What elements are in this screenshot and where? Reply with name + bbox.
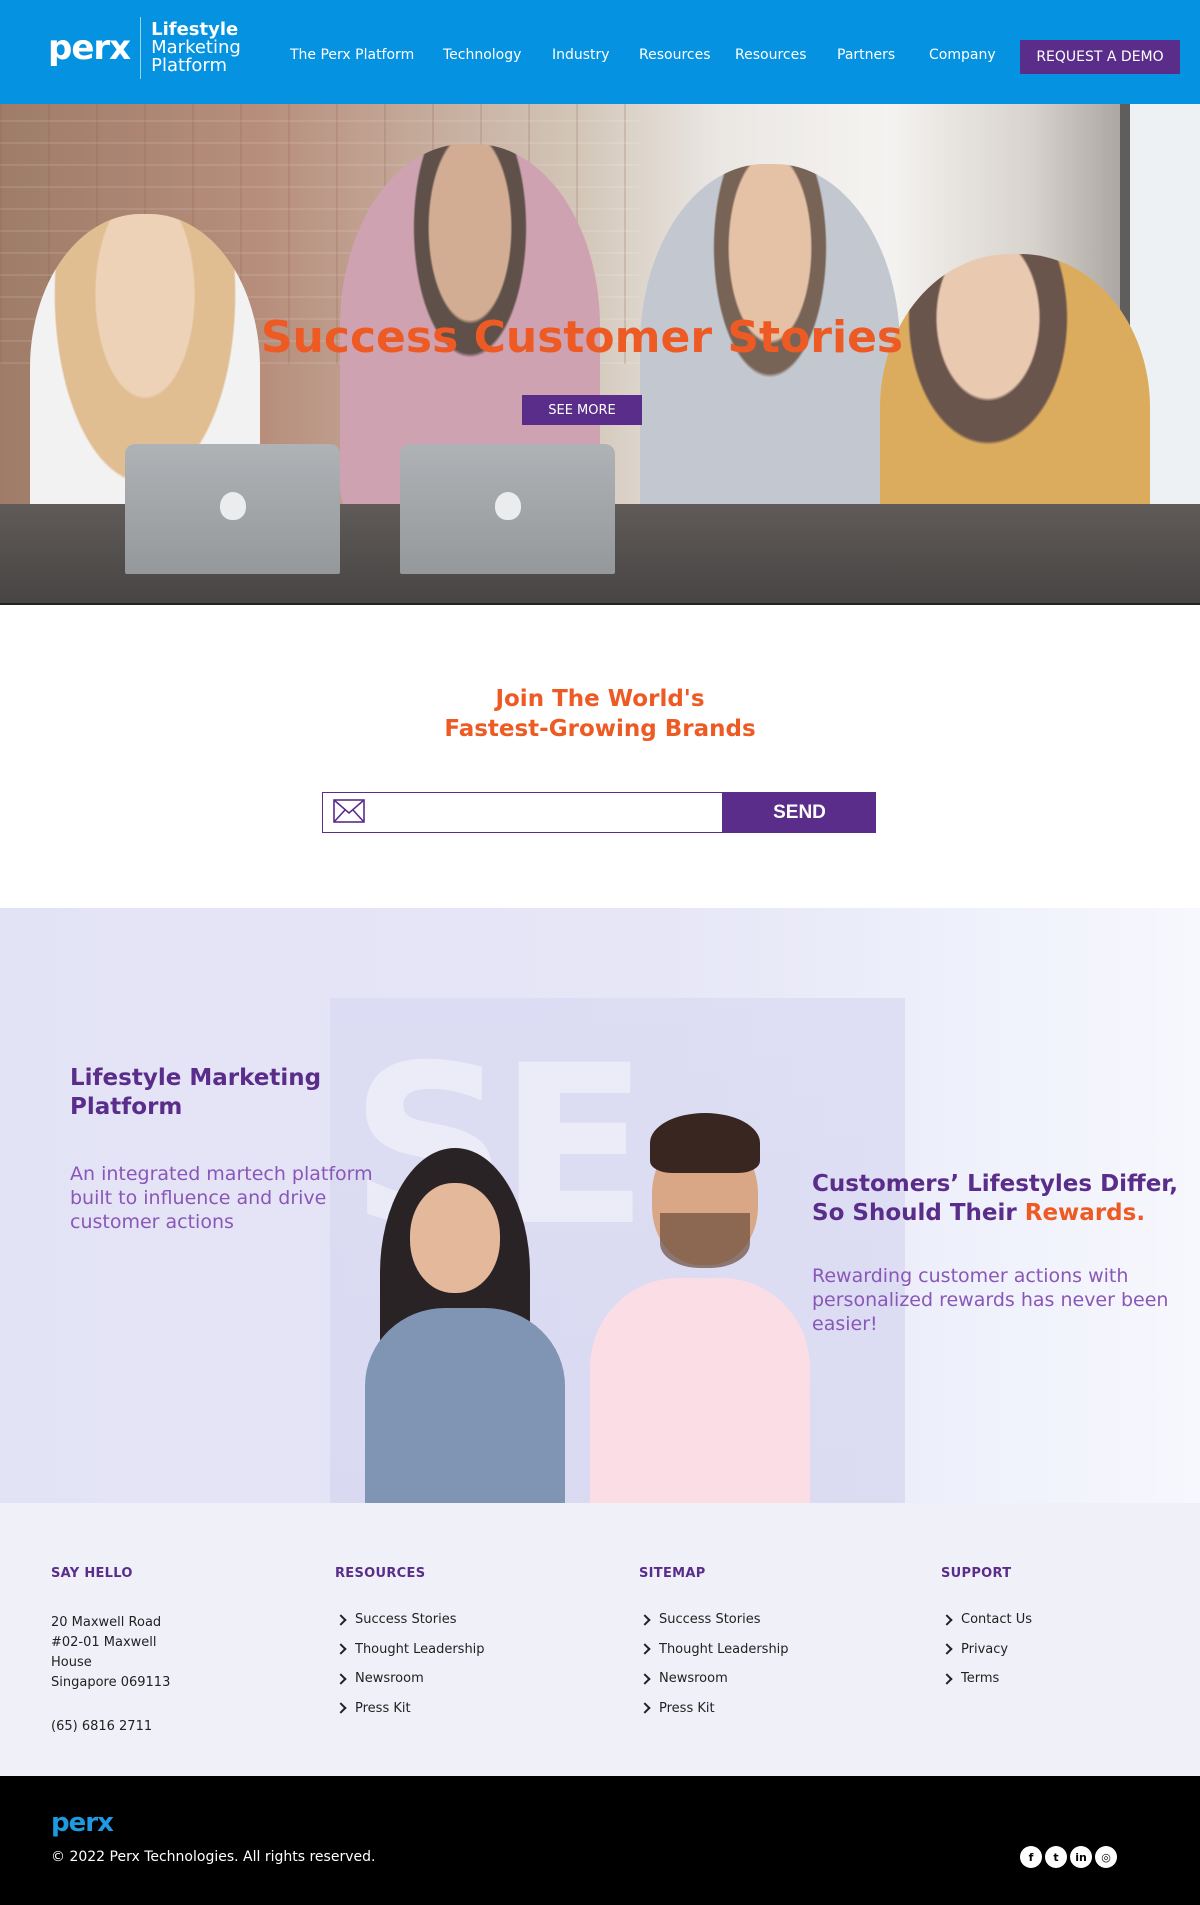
footer-link-label: Terms bbox=[961, 1671, 1000, 1687]
nav-partners[interactable]: Partners bbox=[837, 47, 895, 63]
footer-link-label: Newsroom bbox=[659, 1671, 728, 1687]
nav-resources-2[interactable]: Resources bbox=[735, 47, 807, 63]
social-links: f t in ◎ bbox=[1020, 1846, 1117, 1868]
footer-link-label: Success Stories bbox=[659, 1612, 761, 1628]
see-more-button[interactable]: SEE MORE bbox=[522, 395, 642, 425]
footer-support: SUPPORT Contact Us Privacy Terms bbox=[941, 1566, 1032, 1694]
footer-sitemap: SITEMAP Success Stories Thought Leadersh… bbox=[639, 1566, 789, 1723]
join-heading-line-2: Fastest-Growing Brands bbox=[444, 716, 756, 742]
platform-title: Lifestyle Marketing Platform bbox=[70, 1065, 322, 1120]
address-line: House bbox=[51, 1655, 92, 1670]
footer-link-label: Thought Leadership bbox=[659, 1641, 789, 1657]
rewards-description: Rewarding customer actions with personal… bbox=[812, 1265, 1169, 1335]
footer-say-hello: SAY HELLO 20 Maxwell Road #02-01 Maxwell… bbox=[51, 1566, 201, 1734]
sitemap-heading: SITEMAP bbox=[639, 1566, 706, 1581]
footer-link-thought-leadership[interactable]: Thought Leadership bbox=[639, 1635, 789, 1665]
address: 20 Maxwell Road #02-01 Maxwell House Sin… bbox=[51, 1613, 201, 1693]
say-hello-heading: SAY HELLO bbox=[51, 1566, 133, 1581]
address-line: 20 Maxwell Road bbox=[51, 1615, 162, 1630]
resources-list: Success Stories Thought Leadership Newsr… bbox=[335, 1605, 485, 1723]
resources-heading: RESOURCES bbox=[335, 1566, 426, 1581]
woman-body bbox=[365, 1308, 565, 1503]
send-button[interactable]: SEND bbox=[723, 792, 876, 833]
instagram-icon[interactable]: ◎ bbox=[1095, 1846, 1117, 1868]
rewards-heading-accent: Rewards. bbox=[1024, 1200, 1146, 1226]
footer-link-newsroom[interactable]: Newsroom bbox=[335, 1664, 485, 1694]
man-photo bbox=[590, 1113, 820, 1503]
footer-perx-logo[interactable]: perx bbox=[51, 1808, 114, 1838]
twitter-icon[interactable]: t bbox=[1045, 1846, 1067, 1868]
request-demo-button[interactable]: REQUEST A DEMO bbox=[1020, 40, 1180, 74]
address-line: Singapore 069113 bbox=[51, 1675, 171, 1690]
footer-link-label: Press Kit bbox=[355, 1700, 411, 1716]
bottom-bar: perx © 2022 Perx Technologies. All right… bbox=[0, 1776, 1200, 1905]
woman-face bbox=[410, 1183, 500, 1293]
footer-link-contact-us[interactable]: Contact Us bbox=[941, 1605, 1032, 1635]
subscribe-form: SEND bbox=[322, 792, 876, 833]
chevron-right-icon bbox=[335, 1643, 347, 1655]
support-list: Contact Us Privacy Terms bbox=[941, 1605, 1032, 1694]
sitemap-list: Success Stories Thought Leadership Newsr… bbox=[639, 1605, 789, 1723]
rewards-heading: Customers’ Lifestyles Differ, So Should … bbox=[812, 1170, 1192, 1228]
footer-link-label: Contact Us bbox=[961, 1612, 1032, 1628]
platform-description: An integrated martech platform built to … bbox=[70, 1163, 373, 1233]
chevron-right-icon bbox=[941, 1643, 953, 1655]
facebook-icon[interactable]: f bbox=[1020, 1846, 1042, 1868]
footer-link-label: Thought Leadership bbox=[355, 1641, 485, 1657]
footer-link-thought-leadership[interactable]: Thought Leadership bbox=[335, 1635, 485, 1665]
footer-link-label: Success Stories bbox=[355, 1612, 457, 1628]
join-heading: Join The World's Fastest-Growing Brands bbox=[0, 684, 1200, 744]
email-input[interactable] bbox=[365, 793, 722, 832]
footer-link-label: Privacy bbox=[961, 1641, 1009, 1657]
nav-resources[interactable]: Resources bbox=[639, 47, 711, 63]
address-line: #02-01 Maxwell bbox=[51, 1635, 157, 1650]
footer-link-success-stories[interactable]: Success Stories bbox=[639, 1605, 789, 1635]
chevron-right-icon bbox=[941, 1614, 953, 1626]
email-field-wrapper[interactable] bbox=[322, 792, 723, 833]
footer-resources: RESOURCES Success Stories Thought Leader… bbox=[335, 1566, 485, 1723]
man-beard bbox=[660, 1213, 750, 1268]
footer-link-press-kit[interactable]: Press Kit bbox=[335, 1694, 485, 1724]
site-header: perx Lifestyle Marketing Platform The Pe… bbox=[0, 0, 1200, 104]
hero-title: Success Customer Stories bbox=[260, 312, 904, 363]
man-body bbox=[590, 1278, 810, 1503]
site-footer: SAY HELLO 20 Maxwell Road #02-01 Maxwell… bbox=[0, 1503, 1200, 1776]
chevron-right-icon bbox=[639, 1673, 651, 1685]
footer-link-newsroom[interactable]: Newsroom bbox=[639, 1664, 789, 1694]
chevron-right-icon bbox=[639, 1643, 651, 1655]
chevron-right-icon bbox=[639, 1702, 651, 1714]
nav-company[interactable]: Company bbox=[929, 47, 996, 63]
hero-banner: Success Customer Stories SEE MORE bbox=[0, 104, 1200, 605]
nav-perx-platform[interactable]: The Perx Platform bbox=[290, 47, 414, 63]
chevron-right-icon bbox=[335, 1673, 347, 1685]
chevron-right-icon bbox=[941, 1673, 953, 1685]
footer-link-label: Newsroom bbox=[355, 1671, 424, 1687]
nav-industry[interactable]: Industry bbox=[552, 47, 610, 63]
phone-number[interactable]: (65) 6816 2711 bbox=[51, 1719, 201, 1734]
join-heading-line-1: Join The World's bbox=[495, 686, 705, 712]
footer-link-success-stories[interactable]: Success Stories bbox=[335, 1605, 485, 1635]
copyright-text: © 2022 Perx Technologies. All rights res… bbox=[51, 1849, 376, 1865]
footer-link-privacy[interactable]: Privacy bbox=[941, 1635, 1032, 1665]
nav-technology[interactable]: Technology bbox=[443, 47, 521, 63]
footer-link-press-kit[interactable]: Press Kit bbox=[639, 1694, 789, 1724]
support-heading: SUPPORT bbox=[941, 1566, 1012, 1581]
platform-section: SE Lifestyle Marketing Platform An integ… bbox=[0, 908, 1200, 1503]
chevron-right-icon bbox=[335, 1614, 347, 1626]
footer-link-label: Press Kit bbox=[659, 1700, 715, 1716]
chevron-right-icon bbox=[335, 1702, 347, 1714]
envelope-icon bbox=[333, 798, 365, 827]
man-hair bbox=[650, 1113, 760, 1173]
chevron-right-icon bbox=[639, 1614, 651, 1626]
linkedin-icon[interactable]: in bbox=[1070, 1846, 1092, 1868]
footer-link-terms[interactable]: Terms bbox=[941, 1664, 1032, 1694]
